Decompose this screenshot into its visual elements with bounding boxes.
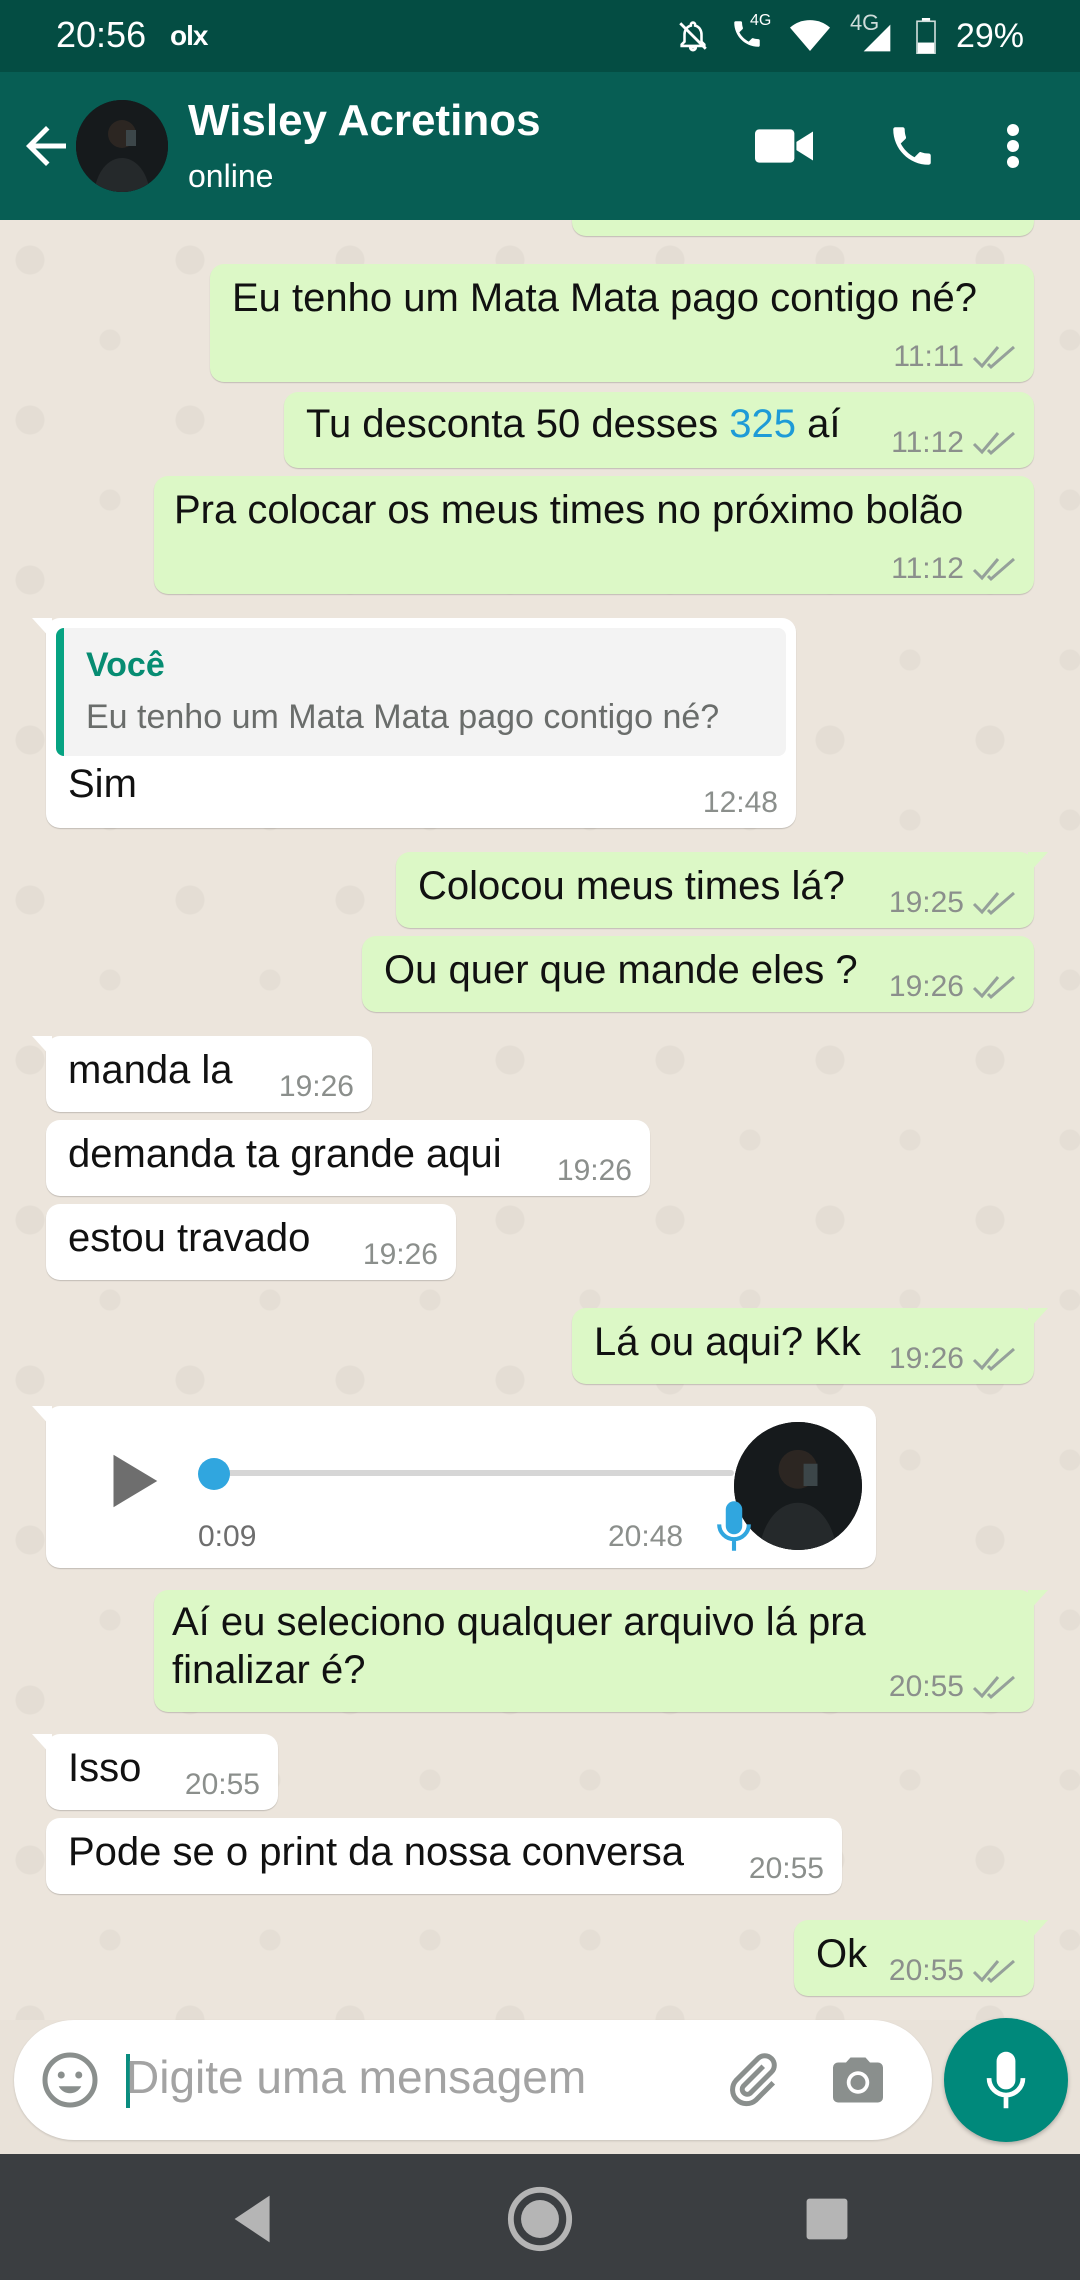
battery-icon: [916, 18, 936, 54]
double-check-icon: [972, 1675, 1015, 1700]
attach-icon[interactable]: [722, 2050, 782, 2110]
wifi-call-icon: 4G: [730, 12, 771, 56]
mic-icon: [986, 2051, 1026, 2109]
message-time: 19:26: [278, 1070, 354, 1103]
quoted-message[interactable]: Você Eu tenho um Mata Mata pago contigo …: [56, 628, 786, 756]
signal-icon: 4G: [850, 10, 896, 56]
message-time: 19:26: [556, 1154, 632, 1187]
message-bubble[interactable]: Pra colocar os meus times no próximo bol…: [154, 476, 1034, 594]
message-input[interactable]: Digite uma mensagem: [126, 2050, 586, 2104]
message-time: 19:26: [888, 970, 964, 1003]
message-text: Ok: [816, 1932, 868, 1976]
status-bar: 20:56 olx 4G 4G 29%: [0, 0, 1080, 72]
message-bubble[interactable]: demanda ta grande aqui 19:26: [46, 1120, 650, 1196]
message-bubble[interactable]: Ok 20:55: [794, 1920, 1048, 1996]
voice-seek-handle[interactable]: [198, 1458, 230, 1490]
voice-call-button[interactable]: [880, 116, 944, 176]
message-bubble-reply[interactable]: Você Eu tenho um Mata Mata pago contigo …: [32, 618, 796, 828]
message-bubble[interactable]: Isso 20:55: [32, 1734, 278, 1810]
record-voice-button[interactable]: [944, 2018, 1068, 2142]
message-bubble-partial[interactable]: 8663134228: [572, 220, 1034, 236]
voice-message-bubble[interactable]: 0:09 20:48: [32, 1406, 876, 1568]
back-triangle-icon[interactable]: [220, 2184, 290, 2254]
message-bubble[interactable]: Aí eu seleciono qualquer arquivo lá pra …: [154, 1590, 1048, 1712]
more-vert-icon: [1007, 124, 1019, 168]
mic-icon: [717, 1501, 751, 1551]
phone-icon: [893, 127, 931, 165]
message-text: manda la: [68, 1048, 233, 1092]
contact-name[interactable]: Wisley Acretinos: [188, 96, 541, 146]
emoji-icon[interactable]: [40, 2050, 100, 2110]
message-text: Lá ou aqui? Kk: [594, 1320, 861, 1364]
message-time: 20:55: [748, 1852, 824, 1885]
message-text: Tu desconta 50 desses: [306, 402, 730, 446]
message-text: Colocou meus times lá?: [418, 864, 845, 908]
video-call-button[interactable]: [752, 116, 816, 176]
double-check-icon: [972, 1959, 1015, 1984]
message-text: Sim: [68, 762, 137, 806]
message-link[interactable]: 325: [729, 402, 796, 446]
message-bubble[interactable]: Pode se o print da nossa conversa 20:55: [46, 1818, 842, 1894]
home-circle-icon[interactable]: [505, 2184, 575, 2254]
message-text-end: aí: [795, 402, 841, 446]
message-time: 11:12: [891, 426, 964, 459]
contact-avatar[interactable]: [76, 100, 168, 192]
voice-duration: 0:09: [198, 1520, 257, 1553]
back-arrow-icon[interactable]: [16, 116, 76, 176]
olx-notification-icon: olx: [170, 20, 208, 51]
chat-area[interactable]: 8663134228 Eu tenho um Mata Mata pago co…: [0, 220, 1080, 2020]
message-time: 12:48: [702, 786, 778, 819]
recents-square-icon[interactable]: [792, 2184, 862, 2254]
message-text: Pode se o print da nossa conversa: [68, 1830, 684, 1874]
double-check-icon: [972, 431, 1015, 456]
message-composer: Digite uma mensagem: [14, 2020, 932, 2140]
chat-header: Wisley Acretinos online: [0, 72, 1080, 220]
system-nav-bar: [0, 2154, 1080, 2280]
message-time: 11:11: [893, 340, 964, 373]
network-type-label: 4G: [749, 12, 772, 29]
message-text: estou travado: [68, 1216, 311, 1260]
contact-status: online: [188, 158, 274, 194]
message-bubble[interactable]: Tu desconta 50 desses 325 aí 11:12: [284, 392, 1034, 468]
video-call-icon: [755, 129, 813, 163]
double-check-icon: [972, 557, 1015, 582]
message-time: 20:55: [184, 1768, 260, 1801]
voice-progress-track[interactable]: [214, 1470, 734, 1476]
message-time: 20:48: [608, 1520, 684, 1553]
message-bubble[interactable]: Lá ou aqui? Kk 19:26: [572, 1308, 1048, 1384]
camera-icon[interactable]: [828, 2050, 888, 2110]
message-time: 20:55: [888, 1670, 964, 1703]
double-check-icon: [972, 1347, 1015, 1372]
quote-author: Você: [86, 646, 165, 684]
message-text: Isso: [68, 1746, 142, 1790]
message-bubble[interactable]: manda la 19:26: [32, 1036, 372, 1112]
quote-text: Eu tenho um Mata Mata pago contigo né?: [86, 698, 720, 736]
message-time: 19:25: [888, 886, 964, 919]
message-text: Ou quer que mande eles ?: [384, 948, 858, 992]
silent-bell-icon: [679, 21, 707, 52]
message-bubble[interactable]: Eu tenho um Mata Mata pago contigo né? 1…: [210, 264, 1034, 382]
double-check-icon: [972, 345, 1015, 370]
message-text: Eu tenho um Mata Mata pago contigo né?: [232, 276, 977, 320]
message-text: Aí eu seleciono qualquer arquivo lá pra …: [172, 1600, 866, 1692]
message-text: Pra colocar os meus times no próximo bol…: [174, 488, 964, 532]
message-time: 19:26: [362, 1238, 438, 1271]
double-check-icon: [972, 891, 1015, 916]
wifi-icon: [789, 20, 830, 51]
message-time: 20:55: [888, 1954, 964, 1987]
message-time: 19:26: [888, 1342, 964, 1375]
status-time: 20:56: [56, 14, 147, 55]
message-bubble[interactable]: estou travado 19:26: [46, 1204, 456, 1280]
play-icon[interactable]: [96, 1446, 166, 1516]
message-bubble[interactable]: Colocou meus times lá? 19:25: [396, 852, 1048, 928]
message-bubble[interactable]: Ou quer que mande eles ? 19:26: [362, 936, 1034, 1012]
battery-percent: 29%: [955, 16, 1024, 55]
status-icons: 4G 4G 29%: [676, 10, 1024, 56]
more-options-button[interactable]: [990, 116, 1036, 176]
message-text: demanda ta grande aqui: [68, 1132, 502, 1176]
double-check-icon: [972, 975, 1015, 1000]
message-time: 11:12: [891, 552, 964, 585]
